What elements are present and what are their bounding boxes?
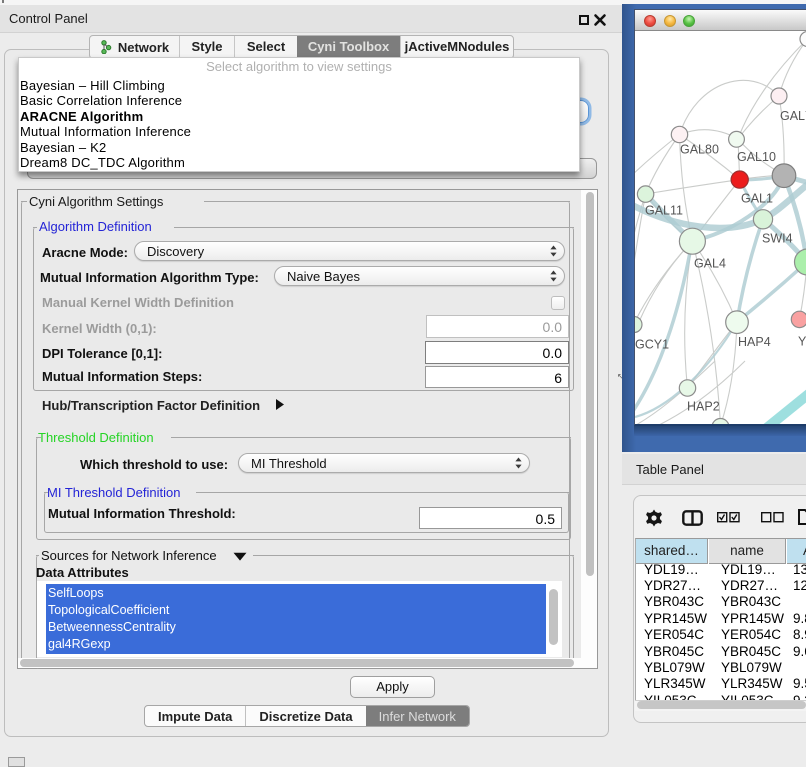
- svg-text:GAL11: GAL11: [645, 204, 683, 218]
- svg-text:HAP2: HAP2: [687, 400, 720, 414]
- svg-text:GAL80: GAL80: [680, 143, 719, 157]
- svg-text:SWI4: SWI4: [762, 232, 793, 246]
- svg-text:GAL7: GAL7: [780, 109, 806, 123]
- svg-text:GAL1: GAL1: [741, 192, 773, 206]
- svg-text:GCY1: GCY1: [635, 338, 669, 352]
- svg-text:GAL4: GAL4: [694, 257, 726, 271]
- svg-text:GAL10: GAL10: [737, 150, 776, 164]
- svg-text:YM: YM: [798, 335, 806, 349]
- svg-text:HAP4: HAP4: [738, 335, 771, 349]
